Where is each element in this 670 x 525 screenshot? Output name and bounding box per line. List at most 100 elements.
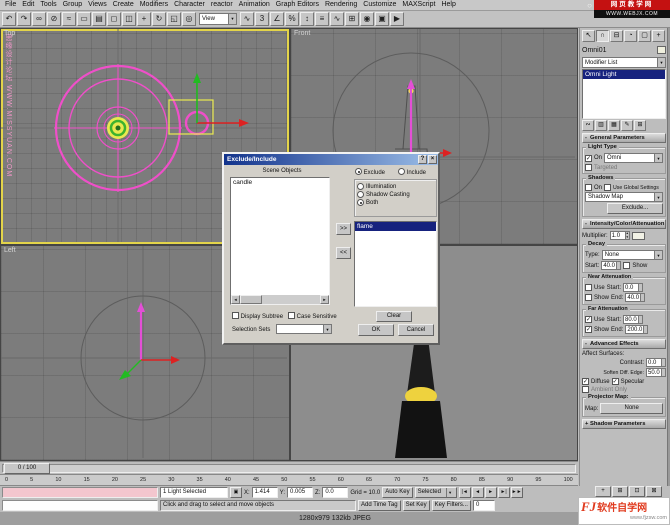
clear-button[interactable]: Clear [376,311,412,322]
percent-snap-icon[interactable]: % [285,12,299,26]
tab-motion[interactable]: ◔ [624,30,637,42]
radio-on-icon[interactable] [355,168,362,175]
chevron-down-icon[interactable]: ▼ [446,488,454,497]
time-slider-track[interactable] [2,464,576,473]
spinner-arrows[interactable] [638,283,643,292]
decay-start-spinner[interactable]: 40.0 [601,261,621,270]
snap-toggle-icon[interactable]: 3 [255,12,269,26]
select-scale-icon[interactable]: ◱ [167,12,181,26]
far-start-spinner[interactable]: 80.0 [623,315,643,324]
use-pivot-icon[interactable]: ◎ [182,12,196,26]
illumination-radio[interactable]: Illumination [357,183,434,190]
quick-render-icon[interactable]: ▶ [390,12,404,26]
light-type-dropdown[interactable]: Omni▼ [604,153,663,163]
ok-button[interactable]: OK [358,324,394,336]
material-editor-icon[interactable]: ◉ [360,12,374,26]
zoom-icon[interactable]: + [595,486,611,497]
curve-editor-icon[interactable]: ∿ [330,12,344,26]
align-icon[interactable]: ≡ [315,12,329,26]
z-coordinate-field[interactable]: 0.0 [322,487,348,498]
scene-objects-list[interactable]: candle ◄ ► [230,177,330,305]
tab-display[interactable]: ▢ [638,30,651,42]
spinner-arrows[interactable] [616,261,621,270]
dialog-title-bar[interactable]: Exclude/Include ? × [224,154,438,165]
use-global-checkbox[interactable] [604,184,611,191]
diffuse-checkbox[interactable]: ✓ [582,378,589,385]
unlink-icon[interactable]: ⊘ [47,12,61,26]
spinner-down-icon[interactable]: ▼ [626,235,629,239]
menu-group[interactable]: Group [60,1,85,8]
case-sensitive-checkbox[interactable]: Case Sensitive [288,312,337,320]
key-mode-dropdown[interactable]: Selected▼ [415,487,457,498]
select-rotate-icon[interactable]: ↻ [152,12,166,26]
scroll-left-icon[interactable]: ◄ [231,295,240,304]
modifier-stack[interactable]: Omni Light [582,69,666,119]
decay-type-dropdown[interactable]: None▼ [602,250,663,260]
light-on-checkbox[interactable]: ✓ [585,155,592,162]
current-frame-field[interactable]: 0 [473,500,495,511]
menu-create[interactable]: Create [110,1,137,8]
menu-file[interactable]: File [2,1,19,8]
tab-hierarchy[interactable]: ⊟ [610,30,623,42]
reference-coordinate-dropdown[interactable]: View ▼ [199,13,237,25]
object-name-field[interactable]: Omni01 [582,47,607,54]
pin-stack-icon[interactable]: ∾ [582,120,594,131]
previous-frame-button[interactable]: ◄ [472,487,484,498]
chevron-down-icon[interactable]: ▼ [654,251,662,259]
menu-character[interactable]: Character [171,1,208,8]
maxscript-mini-listener[interactable] [2,500,158,511]
remove-modifier-icon[interactable]: ✎ [621,120,633,131]
tab-utilities[interactable]: + [652,30,665,42]
play-button[interactable]: ► [485,487,497,498]
time-slider-handle[interactable]: 0 / 100 [4,463,50,474]
angle-snap-icon[interactable]: ∠ [270,12,284,26]
far-use-checkbox[interactable]: ✓ [585,316,592,323]
object-color-swatch[interactable] [657,46,666,54]
region-select-icon[interactable]: ◻ [107,12,121,26]
list-horizontal-scrollbar[interactable]: ◄ ► [231,295,329,304]
auto-key-button[interactable]: Auto Key [382,487,412,498]
decay-show-checkbox[interactable] [623,262,630,269]
select-move-icon[interactable]: + [137,12,151,26]
menu-modifiers[interactable]: Modifiers [137,1,171,8]
spinner-snap-icon[interactable]: ↕ [300,12,314,26]
near-use-checkbox[interactable] [585,284,592,291]
chevron-down-icon[interactable]: ▼ [657,58,665,67]
excluded-object-item[interactable]: flame [355,222,436,231]
cancel-button[interactable]: Cancel [398,324,434,336]
select-manipulate-icon[interactable]: ∿ [240,12,254,26]
key-filters-button[interactable]: Key Filters... [432,500,471,511]
projector-map-button[interactable]: None [600,403,663,414]
light-color-swatch[interactable] [632,232,645,240]
menu-tools[interactable]: Tools [37,1,59,8]
show-end-result-icon[interactable]: ▥ [595,120,607,131]
chevron-down-icon[interactable]: ▼ [654,154,662,162]
x-coordinate-field[interactable]: 1.414 [252,487,278,498]
undo-icon[interactable]: ↶ [2,12,16,26]
rollout-general-parameters[interactable]: -General Parameters [582,133,666,143]
spinner-arrows[interactable] [643,325,648,334]
add-time-tag-button[interactable]: Add Time Tag [358,500,401,511]
zoom-extents-icon[interactable]: ⊡ [629,486,645,497]
ambient-only-checkbox[interactable] [582,386,589,393]
far-end-spinner[interactable]: 200.0 [625,325,648,334]
scrollbar-thumb[interactable] [240,295,262,304]
tab-modify[interactable]: ∩ [596,30,609,42]
select-object-icon[interactable]: ▭ [77,12,91,26]
multiplier-spinner[interactable]: 1.0▲▼ [610,231,630,240]
move-left-button[interactable]: << [336,247,351,259]
near-start-spinner[interactable]: 0.0 [623,283,643,292]
far-show-checkbox[interactable]: ✓ [585,326,592,333]
set-key-button[interactable]: Set Key [403,500,430,511]
go-to-end-button[interactable]: ►► [511,487,523,498]
modifier-stack-item[interactable]: Omni Light [583,70,665,79]
menu-edit[interactable]: Edit [19,1,37,8]
include-radio[interactable]: Include [398,168,426,176]
chevron-down-icon[interactable]: ▼ [323,325,331,333]
spinner-arrows[interactable] [661,358,666,367]
spinner-arrows[interactable] [661,368,666,377]
chevron-down-icon[interactable]: ▼ [654,193,662,201]
bind-spacewarp-icon[interactable]: ≈ [62,12,76,26]
display-subtree-checkbox[interactable]: Display Subtree [232,312,283,320]
next-frame-button[interactable]: ►| [498,487,510,498]
